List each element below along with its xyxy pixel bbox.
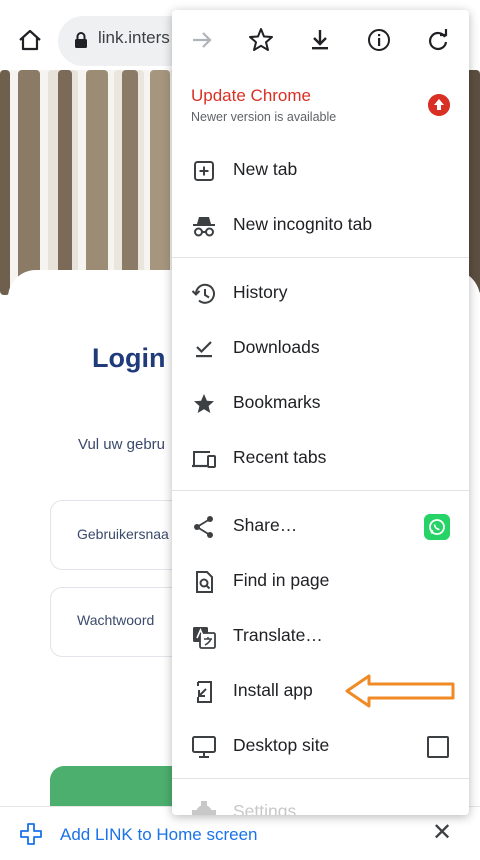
menu-item-label: New tab [233,159,298,179]
login-title: Login r [92,343,184,373]
recent-tabs-icon [192,451,216,468]
add-to-home-icon [20,823,42,845]
bookmarks-star-icon [194,394,214,413]
menu-item-recent-tabs[interactable]: Recent tabs [172,431,469,486]
download-icon[interactable] [306,26,334,54]
menu-item-label: Recent tabs [233,447,327,467]
menu-item-label: Find in page [233,570,330,590]
share-icon [194,516,213,538]
update-chrome-subtitle: Newer version is available [191,110,337,124]
desktop-icon [192,736,216,758]
menu-toolbar [172,10,469,70]
refresh-icon[interactable] [424,26,452,54]
menu-item-label: Share… [233,515,298,535]
username-label: Gebruikersnaa [77,526,169,542]
home-icon[interactable] [16,26,44,54]
translate-icon [193,627,216,649]
password-label: Wachtwoord [77,612,155,628]
menu-item-label: Downloads [233,337,320,357]
new-tab-icon [194,161,214,181]
menu-item-settings[interactable]: Settings [172,797,469,815]
settings-icon [192,801,216,815]
history-icon [191,283,215,304]
menu-item-desktop-site[interactable]: Desktop site [172,719,469,774]
menu-item-label: Desktop site [233,735,330,755]
menu-divider [172,778,469,779]
bookmark-star-icon[interactable] [247,26,275,54]
menu-item-label: Install app [233,680,313,700]
menu-item-downloads[interactable]: Downloads [172,321,469,376]
update-badge-icon [428,94,450,116]
close-icon[interactable]: ✕ [430,820,454,846]
update-chrome-title: Update Chrome [191,86,312,105]
desktop-site-checkbox[interactable] [427,736,449,758]
incognito-icon [193,217,215,237]
menu-divider [172,490,469,491]
whatsapp-icon[interactable] [424,514,450,540]
menu-item-bookmarks[interactable]: Bookmarks [172,376,469,431]
login-intro-text: Vul uw gebru [78,436,165,453]
menu-item-label: Translate… [233,625,323,645]
install-app-icon [197,681,212,703]
menu-item-label: Bookmarks [233,392,321,412]
info-icon[interactable] [365,26,393,54]
forward-icon[interactable] [188,26,216,54]
add-to-home-link[interactable]: Add LINK to Home screen [60,825,257,845]
url-text[interactable]: link.inters [98,28,174,48]
menu-divider [172,257,469,258]
lock-icon [75,32,87,48]
menu-item-label: Settings [233,801,297,815]
menu-item-history[interactable]: History [172,266,469,321]
downloads-icon [196,341,212,358]
find-in-page-icon [196,571,213,593]
menu-item-label: New incognito tab [233,214,373,234]
menu-item-new-tab[interactable]: New tab [172,143,469,198]
menu-item-find-in-page[interactable]: Find in page [172,554,469,609]
menu-item-new-incognito-tab[interactable]: New incognito tab [172,198,469,253]
annotation-arrow [345,674,455,708]
menu-item-label: History [233,282,288,302]
menu-item-translate[interactable]: Translate… [172,609,469,664]
